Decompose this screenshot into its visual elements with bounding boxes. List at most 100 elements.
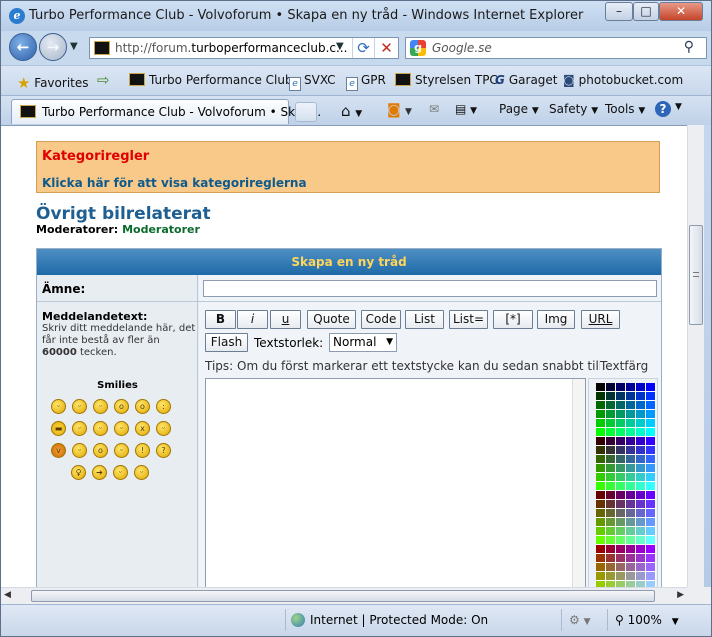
color-swatch[interactable] (596, 437, 606, 446)
color-swatch[interactable] (616, 545, 626, 554)
color-swatch[interactable] (646, 446, 656, 455)
minimize-button[interactable]: – (605, 2, 633, 21)
close-button[interactable]: ✕ (659, 2, 703, 21)
color-swatch[interactable] (596, 482, 606, 491)
home-icon[interactable]: ⌂ ▼ (341, 102, 362, 120)
forum-title[interactable]: Övrigt bilrelaterat (36, 204, 211, 224)
smiley-icon[interactable]: ᵕ (93, 399, 108, 414)
color-swatch[interactable] (606, 437, 616, 446)
color-swatch[interactable] (626, 554, 636, 563)
color-swatch[interactable] (616, 446, 626, 455)
color-swatch[interactable] (616, 509, 626, 518)
color-swatch[interactable] (626, 464, 636, 473)
color-swatch[interactable] (596, 401, 606, 410)
color-swatch[interactable] (646, 401, 656, 410)
color-swatch[interactable] (606, 473, 616, 482)
color-swatch[interactable] (596, 464, 606, 473)
color-swatch[interactable] (646, 491, 656, 500)
fav-item-gpr[interactable]: e GPR (346, 73, 386, 91)
smiley-icon[interactable]: ᵕ (114, 421, 129, 436)
stop-icon[interactable]: ✕ (374, 38, 398, 58)
zoom-control[interactable]: ⚲ 100% ▼ (615, 613, 679, 627)
color-swatch[interactable] (606, 491, 616, 500)
smiley-icon[interactable]: ᵕ (134, 465, 149, 480)
color-swatch[interactable] (606, 518, 616, 527)
smiley-icon[interactable]: ᵕ (72, 443, 87, 458)
smiley-cool-icon[interactable]: ▬ (51, 421, 66, 436)
color-swatch[interactable] (636, 383, 646, 392)
color-swatch[interactable] (606, 464, 616, 473)
color-swatch[interactable] (616, 455, 626, 464)
color-swatch[interactable] (626, 383, 636, 392)
smiley-icon[interactable]: : (156, 399, 171, 414)
color-swatch[interactable] (616, 554, 626, 563)
protected-mode-icon[interactable]: ⚙ ▼ (569, 613, 591, 627)
color-swatch[interactable] (606, 383, 616, 392)
color-swatch[interactable] (646, 419, 656, 428)
color-swatch[interactable] (596, 518, 606, 527)
ordered-list-button[interactable]: List= (449, 310, 488, 329)
color-swatch[interactable] (626, 401, 636, 410)
feeds-icon[interactable]: ◙ ▼ (387, 102, 412, 118)
color-swatch[interactable] (616, 572, 626, 581)
color-swatch[interactable] (636, 518, 646, 527)
security-zone[interactable]: Internet | Protected Mode: On (291, 613, 488, 627)
color-swatch[interactable] (616, 500, 626, 509)
color-swatch[interactable] (646, 383, 656, 392)
print-icon[interactable]: ▤ ▼ (455, 102, 477, 116)
color-swatch[interactable] (596, 473, 606, 482)
color-swatch[interactable] (616, 464, 626, 473)
color-swatch[interactable] (616, 527, 626, 536)
fav-item-svxc[interactable]: e SVXC (289, 73, 336, 91)
code-button[interactable]: Code (361, 310, 401, 329)
color-swatch[interactable] (646, 536, 656, 545)
text-size-select[interactable]: Normal ▼ (329, 333, 397, 352)
img-button[interactable]: Img (537, 310, 575, 329)
quote-button[interactable]: Quote (307, 310, 356, 329)
help-dropdown-icon[interactable]: ▼ (675, 102, 682, 112)
color-swatch[interactable] (596, 527, 606, 536)
italic-button[interactable]: i (237, 310, 268, 329)
color-swatch[interactable] (636, 392, 646, 401)
color-swatch[interactable] (596, 419, 606, 428)
color-swatch[interactable] (636, 536, 646, 545)
list-item-button[interactable]: [*] (493, 310, 533, 329)
address-field[interactable]: http://forum.turboperformanceclub.c... ▼… (89, 37, 399, 59)
color-swatch[interactable] (606, 509, 616, 518)
color-swatch[interactable] (606, 446, 616, 455)
color-swatch[interactable] (616, 437, 626, 446)
color-swatch[interactable] (636, 401, 646, 410)
color-swatch[interactable] (646, 464, 656, 473)
color-swatch[interactable] (596, 491, 606, 500)
smiley-icon[interactable]: ᵕ (72, 399, 87, 414)
color-swatch[interactable] (606, 401, 616, 410)
color-swatch[interactable] (606, 554, 616, 563)
color-swatch[interactable] (596, 563, 606, 572)
color-swatch[interactable] (626, 446, 636, 455)
color-swatch[interactable] (616, 473, 626, 482)
color-swatch[interactable] (606, 455, 616, 464)
color-swatch[interactable] (626, 518, 636, 527)
color-swatch[interactable] (626, 410, 636, 419)
question-icon[interactable]: ? (156, 443, 171, 458)
color-swatch[interactable] (636, 527, 646, 536)
color-swatch[interactable] (646, 572, 656, 581)
color-swatch[interactable] (646, 518, 656, 527)
color-swatch[interactable] (626, 500, 636, 509)
fav-item-turbo[interactable]: Turbo Performance Club (129, 73, 293, 87)
textarea-scrollbar[interactable] (572, 379, 585, 587)
color-swatch[interactable] (626, 482, 636, 491)
smiley-icon[interactable]: ᵕ (72, 421, 87, 436)
color-swatch[interactable] (636, 482, 646, 491)
color-swatch[interactable] (646, 482, 656, 491)
color-swatch[interactable] (626, 455, 636, 464)
subject-input[interactable] (203, 280, 657, 297)
color-swatch[interactable] (626, 437, 636, 446)
color-swatch[interactable] (626, 491, 636, 500)
color-swatch[interactable] (596, 383, 606, 392)
color-swatch[interactable] (606, 563, 616, 572)
url-button[interactable]: URL (581, 310, 620, 329)
fav-item-photobucket[interactable]: ◙ photobucket.com (563, 73, 683, 87)
color-swatch[interactable] (646, 473, 656, 482)
horizontal-scrollbar[interactable]: ◀ ▶ (1, 587, 687, 604)
